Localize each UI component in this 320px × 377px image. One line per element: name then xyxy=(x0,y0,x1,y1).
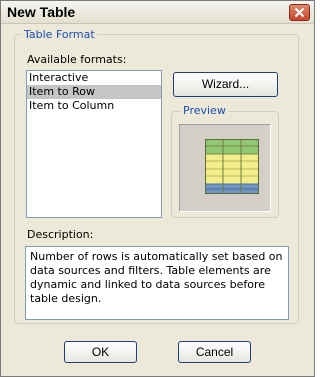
available-formats-label: Available formats: xyxy=(27,53,127,66)
list-item-item-to-column[interactable]: Item to Column xyxy=(27,99,161,113)
list-item-item-to-row[interactable]: Item to Row xyxy=(27,85,161,99)
list-item-interactive[interactable]: Interactive xyxy=(27,71,161,85)
preview-panel xyxy=(179,124,271,212)
description-label: Description: xyxy=(27,228,94,241)
close-icon xyxy=(294,7,305,18)
table-preview-grid xyxy=(205,139,259,194)
table-preview-image xyxy=(205,139,259,194)
close-button[interactable] xyxy=(289,4,310,21)
formats-listbox[interactable]: Interactive Item to Row Item to Column xyxy=(26,70,162,218)
window-title: New Table xyxy=(7,4,76,20)
title-bar[interactable]: New Table xyxy=(1,1,314,24)
cancel-button[interactable]: Cancel xyxy=(178,341,251,363)
wizard-button[interactable]: Wizard... xyxy=(173,72,278,97)
table-format-legend: Table Format xyxy=(22,28,97,41)
preview-legend: Preview xyxy=(181,104,228,117)
ok-button[interactable]: OK xyxy=(64,341,137,363)
description-text: Number of rows is automatically set base… xyxy=(25,246,289,320)
